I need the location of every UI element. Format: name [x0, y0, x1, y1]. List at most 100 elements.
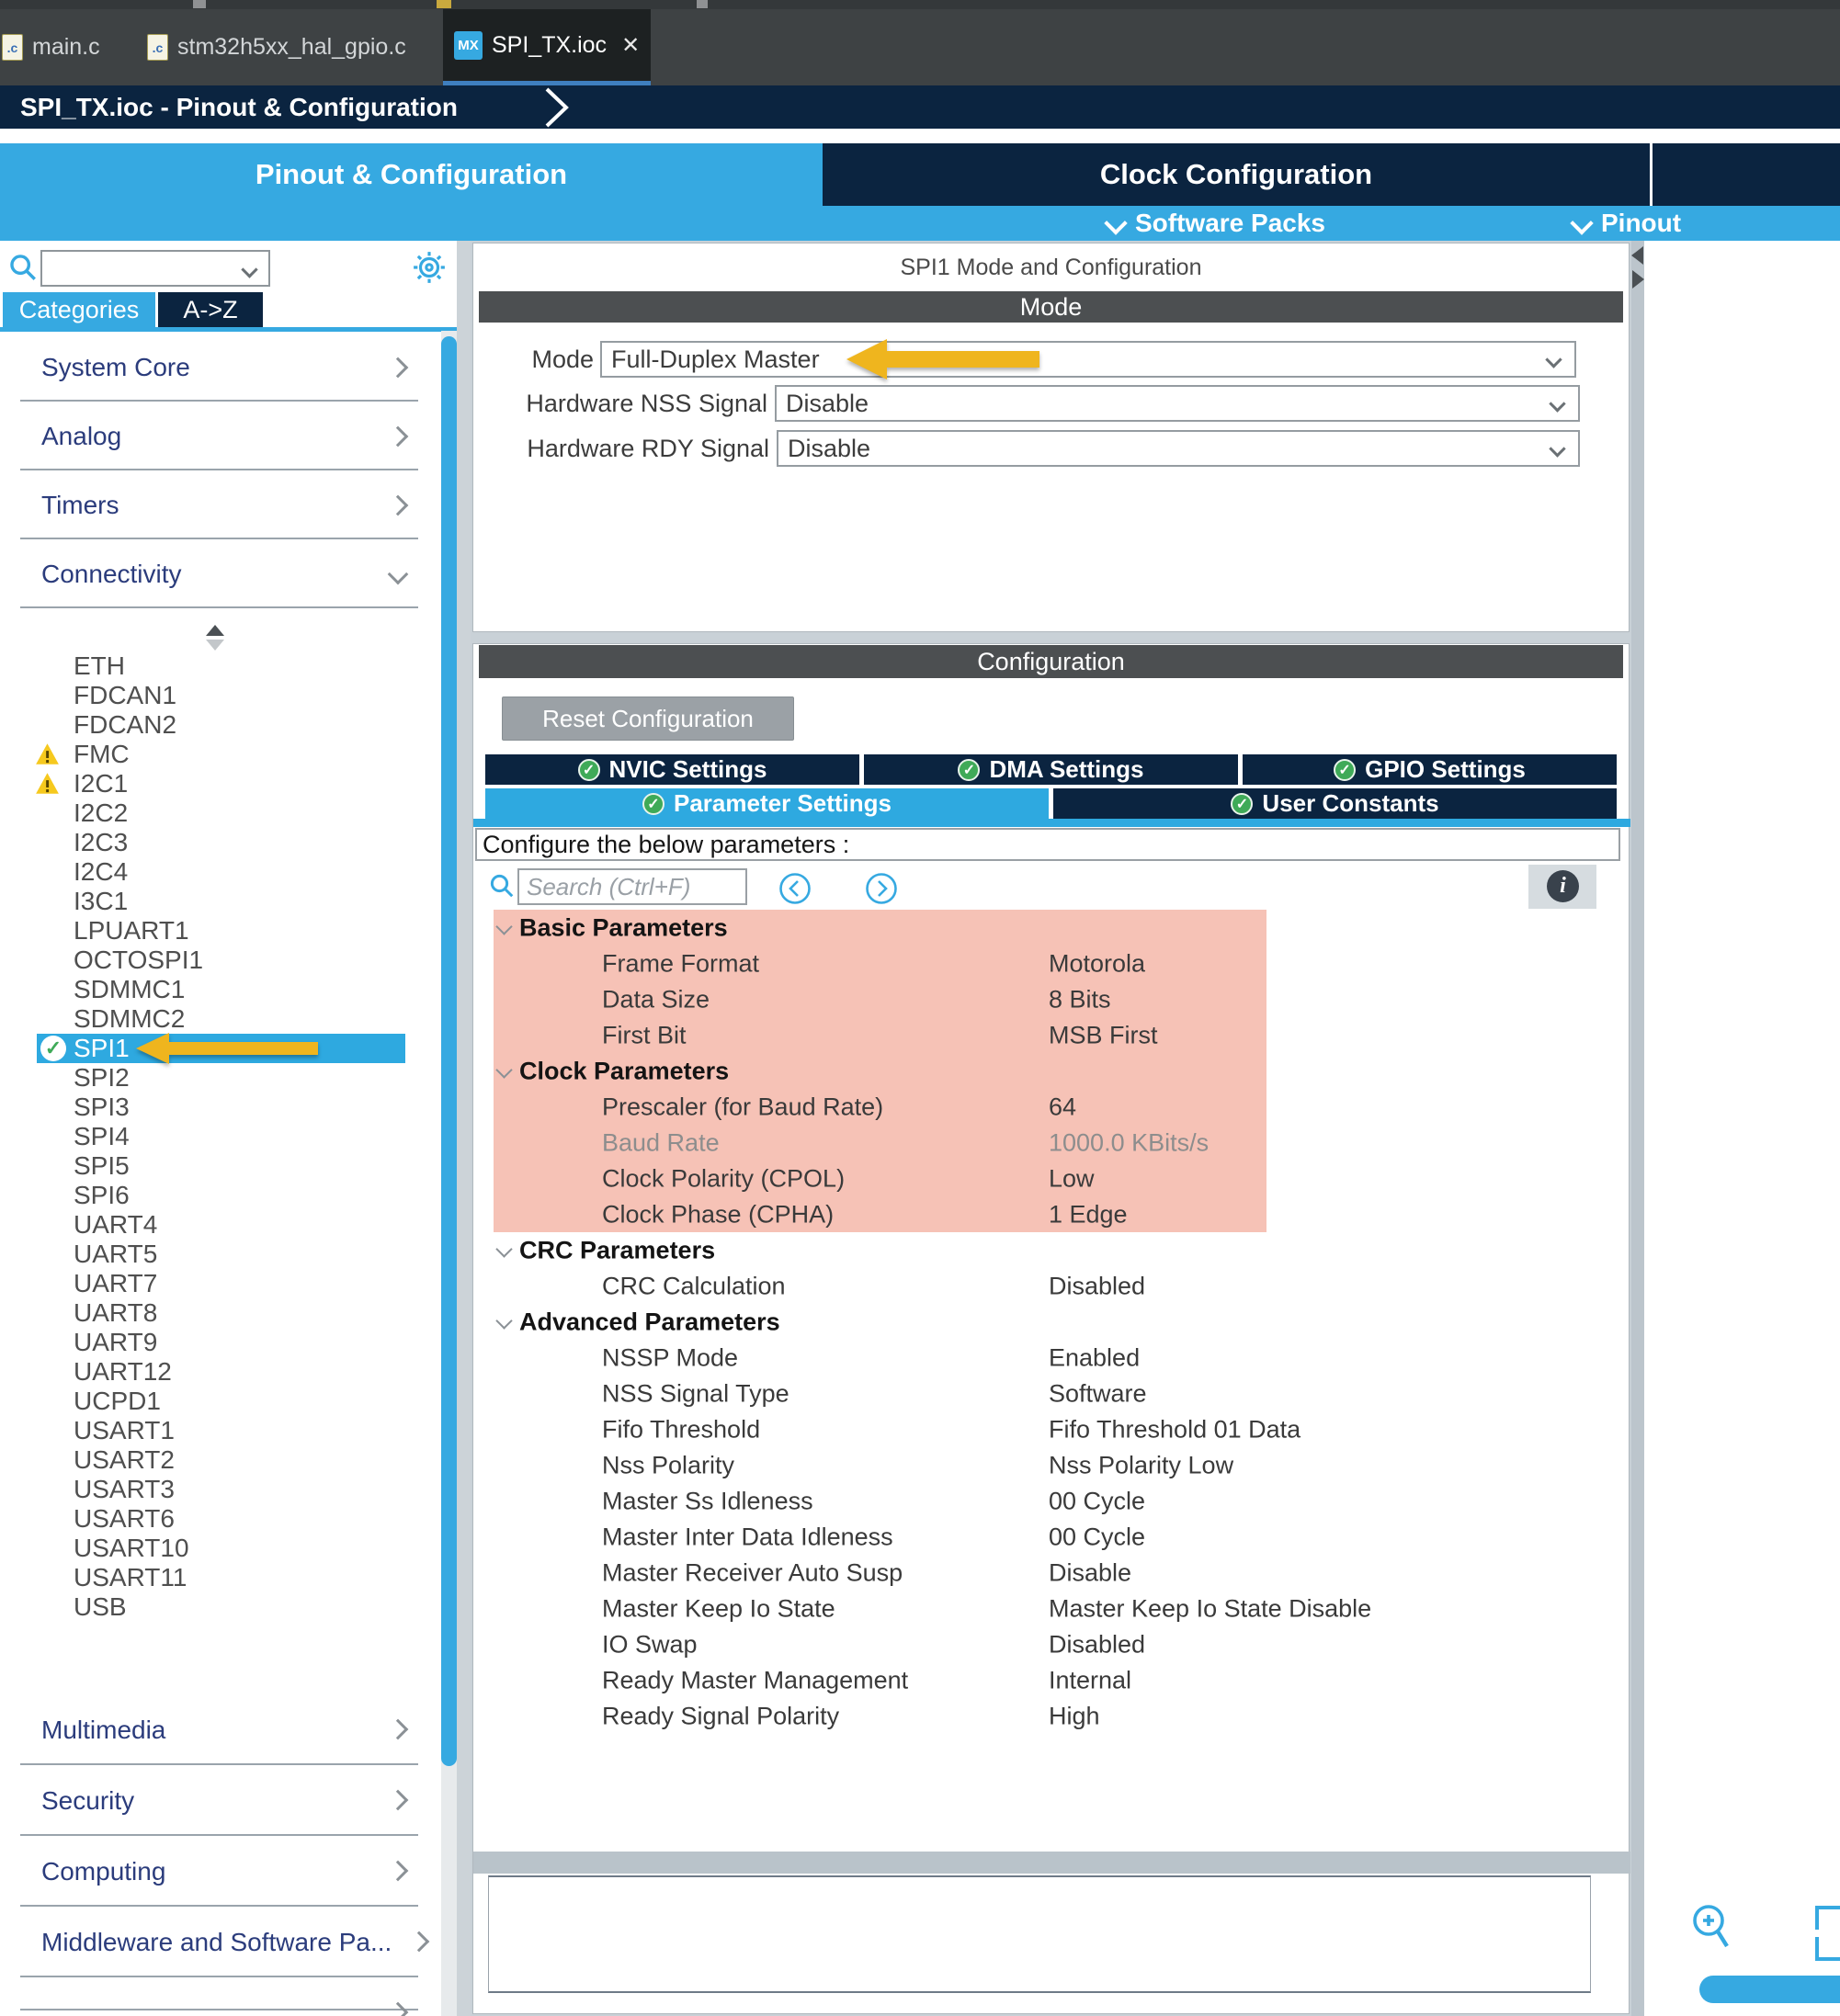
close-icon[interactable]: ✕ — [621, 32, 640, 59]
previous-match-icon[interactable] — [778, 872, 812, 905]
settings-tab[interactable]: ✓ Parameter Settings — [485, 788, 1049, 819]
sidebar-category[interactable]: Computing — [0, 1836, 460, 1907]
gear-icon[interactable] — [412, 250, 447, 285]
sidebar-category[interactable]: Security — [0, 1765, 460, 1836]
peripheral-item[interactable]: SDMMC2 — [0, 1004, 460, 1034]
parameter-row[interactable]: Clock Phase (CPHA) 1 Edge — [494, 1196, 1266, 1232]
pinout-menu[interactable]: Pinout — [1573, 206, 1681, 241]
peripheral-item[interactable]: FDCAN2 — [0, 710, 460, 740]
peripheral-item[interactable]: USART6 — [0, 1504, 460, 1534]
peripheral-item[interactable]: I3C1 — [0, 887, 460, 916]
parameter-row[interactable]: IO Swap Disabled — [494, 1626, 1266, 1662]
peripheral-item[interactable]: I2C2 — [0, 798, 460, 828]
sidebar-category[interactable]: Middleware and Software Pa... — [0, 1907, 460, 1977]
sidebar-category[interactable]: Timers — [0, 470, 460, 539]
group-chevron-icon[interactable] — [495, 1312, 512, 1329]
info-button-background[interactable]: i — [1528, 865, 1596, 909]
parameter-row[interactable]: Master Ss Idleness 00 Cycle — [494, 1483, 1266, 1519]
editor-tab-hal-gpio[interactable]: .c stm32h5xx_hal_gpio.c — [147, 9, 406, 85]
parameter-row[interactable]: Data Size 8 Bits — [494, 981, 1266, 1017]
peripheral-item[interactable]: UART4 — [0, 1210, 460, 1240]
parameter-row[interactable]: Master Inter Data Idleness 00 Cycle — [494, 1519, 1266, 1555]
peripheral-item[interactable]: FDCAN1 — [0, 681, 460, 710]
next-match-icon[interactable] — [865, 872, 898, 905]
best-fit-icon[interactable] — [1815, 1906, 1840, 1930]
sidebar-category[interactable]: System Core — [0, 333, 460, 402]
peripheral-item[interactable]: USART11 — [0, 1563, 460, 1592]
scroll-down-icon[interactable] — [206, 640, 224, 651]
horizontal-scrollbar-thumb[interactable] — [1699, 1976, 1840, 2003]
editor-tab-main-c[interactable]: .c main.c — [2, 9, 100, 85]
group-chevron-icon[interactable] — [495, 1240, 512, 1257]
peripheral-item[interactable]: USART2 — [0, 1445, 460, 1475]
peripheral-item[interactable]: SPI6 — [0, 1181, 460, 1210]
peripheral-item[interactable]: SDMMC1 — [0, 975, 460, 1004]
peripheral-item[interactable]: SPI2 — [0, 1063, 460, 1093]
peripheral-item[interactable]: USART3 — [0, 1475, 460, 1504]
list-scroll-spinner[interactable] — [206, 625, 226, 652]
parameter-row[interactable]: Ready Master Management Internal — [494, 1662, 1266, 1698]
parameter-row[interactable]: Frame Format Motorola — [494, 946, 1266, 981]
tab-a-to-z[interactable]: A->Z — [158, 292, 263, 327]
parameter-row[interactable]: Master Receiver Auto Susp Disable — [494, 1555, 1266, 1591]
sidebar-category[interactable]: Analog — [0, 402, 460, 470]
peripheral-item[interactable]: FMC — [0, 740, 460, 769]
peripheral-item[interactable]: ETH — [0, 651, 460, 681]
horizontal-sash[interactable] — [473, 1852, 1630, 1874]
peripheral-item[interactable]: SPI5 — [0, 1151, 460, 1181]
parameter-row[interactable]: First Bit MSB First — [494, 1017, 1266, 1053]
peripheral-item[interactable]: UART12 — [0, 1357, 460, 1387]
settings-tab[interactable]: ✓ GPIO Settings — [1243, 754, 1617, 785]
scroll-up-icon[interactable] — [206, 625, 224, 636]
parameter-row[interactable]: Baud Rate 1000.0 KBits/s — [494, 1125, 1266, 1161]
tab-clock-configuration[interactable]: Clock Configuration — [823, 143, 1650, 206]
peripheral-item[interactable]: UART8 — [0, 1298, 460, 1328]
peripheral-item[interactable]: USART10 — [0, 1534, 460, 1563]
peripheral-item[interactable]: UCPD1 — [0, 1387, 460, 1416]
parameter-row[interactable]: Clock Polarity (CPOL) Low — [494, 1161, 1266, 1196]
peripheral-item[interactable]: OCTOSPI1 — [0, 946, 460, 975]
software-packs-menu[interactable]: Software Packs — [1107, 206, 1325, 241]
tab-categories[interactable]: Categories — [3, 292, 155, 327]
parameter-row[interactable]: CRC Parameters — [494, 1232, 1266, 1268]
peripheral-item[interactable]: I2C1 — [0, 769, 460, 798]
settings-tab[interactable]: ✓ NVIC Settings — [485, 754, 859, 785]
tab-partial[interactable] — [1653, 143, 1840, 206]
parameter-search-input[interactable] — [517, 868, 747, 905]
peripheral-item[interactable]: UART7 — [0, 1269, 460, 1298]
parameter-row[interactable]: NSS Signal Type Software — [494, 1376, 1266, 1411]
parameter-row[interactable]: Basic Parameters — [494, 910, 1266, 946]
expand-right-icon[interactable] — [1632, 270, 1644, 289]
hardware-rdy-select[interactable]: Disable — [777, 430, 1580, 467]
peripheral-item[interactable]: LPUART1 — [0, 916, 460, 946]
parameter-row[interactable]: Master Keep Io State Master Keep Io Stat… — [494, 1591, 1266, 1626]
hardware-nss-select[interactable]: Disable — [775, 385, 1580, 422]
peripheral-item[interactable]: SPI4 — [0, 1122, 460, 1151]
peripheral-item[interactable]: I2C3 — [0, 828, 460, 857]
parameter-row[interactable]: CRC Calculation Disabled — [494, 1268, 1266, 1304]
sidebar-category[interactable]: Connectivity — [0, 539, 460, 608]
zoom-in-icon[interactable] — [1688, 1902, 1736, 1954]
parameter-row[interactable]: Nss Polarity Nss Polarity Low — [494, 1447, 1266, 1483]
peripheral-item[interactable]: USB — [0, 1592, 460, 1622]
parameter-row[interactable]: Advanced Parameters — [494, 1304, 1266, 1340]
peripheral-item[interactable]: UART9 — [0, 1328, 460, 1357]
settings-tab[interactable]: ✓ User Constants — [1053, 788, 1617, 819]
parameter-row[interactable]: Fifo Threshold Fifo Threshold 01 Data — [494, 1411, 1266, 1447]
parameter-row[interactable]: Prescaler (for Baud Rate) 64 — [494, 1089, 1266, 1125]
settings-tab[interactable]: ✓ DMA Settings — [864, 754, 1238, 785]
peripheral-filter-combobox[interactable] — [40, 250, 270, 287]
sidebar-category[interactable]: Multimedia — [0, 1694, 460, 1765]
group-chevron-icon[interactable] — [495, 918, 512, 934]
peripheral-item[interactable]: USART1 — [0, 1416, 460, 1445]
collapse-left-icon[interactable] — [1631, 246, 1643, 265]
mode-select[interactable]: Full-Duplex Master — [600, 341, 1576, 378]
best-fit-icon[interactable] — [1815, 1937, 1840, 1961]
group-chevron-icon[interactable] — [495, 1061, 512, 1078]
parameter-row[interactable]: Clock Parameters — [494, 1053, 1266, 1089]
parameter-row[interactable]: Ready Signal Polarity High — [494, 1698, 1266, 1734]
peripheral-item[interactable]: I2C4 — [0, 857, 460, 887]
parameter-row[interactable]: NSSP Mode Enabled — [494, 1340, 1266, 1376]
peripheral-item[interactable]: UART5 — [0, 1240, 460, 1269]
reset-configuration-button[interactable]: Reset Configuration — [502, 697, 794, 741]
